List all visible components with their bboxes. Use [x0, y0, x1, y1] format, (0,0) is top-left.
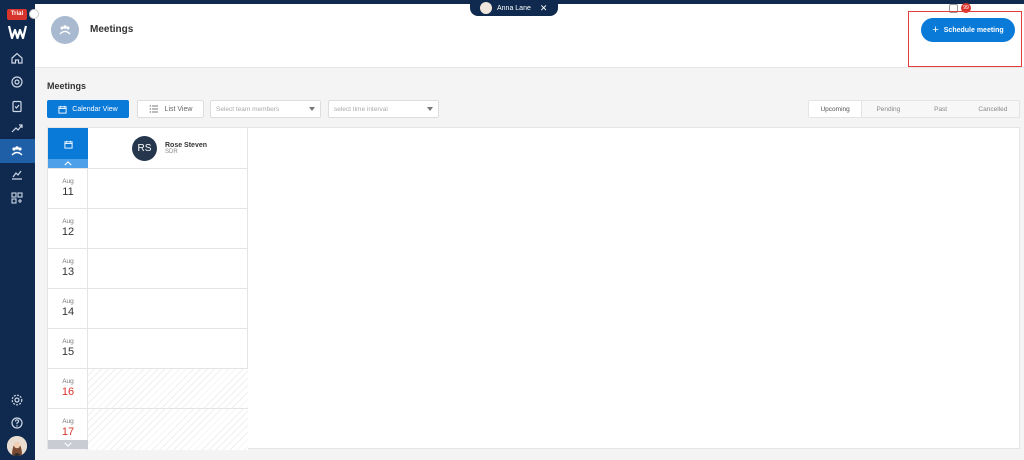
list-view-button[interactable]: List View [137, 100, 204, 118]
app-logo-icon[interactable] [8, 24, 27, 40]
day-cell[interactable]: Aug 16 [48, 368, 88, 408]
chevron-down-icon [309, 107, 315, 111]
day-cell[interactable]: Aug 11 [48, 168, 88, 208]
meetings-icon[interactable] [7, 141, 27, 161]
active-user-tab[interactable]: Anna Lane ✕ [470, 0, 558, 16]
user-role: SDR [165, 148, 178, 155]
day-month: Aug [62, 178, 74, 185]
calendar-slot[interactable] [88, 408, 248, 450]
chevron-down-icon [64, 442, 72, 447]
scroll-up-button[interactable] [48, 159, 88, 168]
day-number: 15 [61, 346, 75, 358]
list-icon [149, 105, 158, 113]
time-interval-select[interactable]: select time interval [328, 100, 439, 118]
day-number: 13 [61, 266, 75, 278]
calendar-slot[interactable] [88, 328, 248, 368]
day-number: 16 [61, 386, 75, 398]
status-tabs: Upcoming Pending Past Cancelled [808, 100, 1020, 118]
user-column: RS Rose Steven SDR [88, 128, 248, 450]
user-tab-name: Anna Lane [497, 4, 531, 12]
day-cell[interactable]: Aug 15 [48, 328, 88, 368]
day-number: 11 [62, 186, 74, 198]
calendar-icon [58, 105, 67, 114]
calendar-icon [63, 140, 73, 149]
date-column-header [48, 128, 88, 168]
target-icon[interactable] [7, 72, 27, 92]
time-interval-placeholder: select time interval [334, 105, 388, 113]
trial-badge: Trial [7, 9, 27, 20]
section-title: Meetings [47, 81, 87, 91]
avatar: RS [132, 135, 157, 161]
calendar-slot[interactable] [88, 168, 248, 208]
chevron-up-icon [64, 161, 72, 166]
tab-pending[interactable]: Pending [862, 101, 914, 117]
team-members-placeholder: Select team members [216, 105, 280, 113]
home-icon[interactable] [7, 48, 27, 68]
highlight-box [908, 11, 1022, 67]
day-month: Aug [62, 378, 74, 385]
calendar-view-button[interactable]: Calendar View [47, 100, 129, 118]
user-tab-avatar [480, 2, 492, 14]
calendar-slot[interactable] [88, 208, 248, 248]
calendar-panel: Aug 11 Aug 12 Aug 13 Aug 14 Aug 15 Aug 1… [47, 127, 1020, 450]
chevron-down-icon [427, 107, 433, 111]
settings-icon[interactable] [7, 390, 27, 410]
day-number: 14 [61, 306, 75, 318]
day-cell[interactable]: Aug 12 [48, 208, 88, 248]
clipboard-icon[interactable] [7, 96, 27, 116]
calendar-slot[interactable] [88, 368, 248, 408]
sidebar-collapse-toggle[interactable] [29, 9, 39, 19]
day-number: 17 [61, 426, 75, 438]
calendar-slot[interactable] [88, 248, 248, 288]
apps-icon[interactable] [7, 188, 27, 208]
calendar-slot[interactable] [88, 288, 248, 328]
help-icon[interactable] [7, 413, 27, 433]
list-view-label: List View [164, 105, 193, 113]
scroll-down-button[interactable] [48, 440, 88, 449]
date-column: Aug 11 Aug 12 Aug 13 Aug 14 Aug 15 Aug 1… [48, 128, 88, 450]
page-title: Meetings [90, 24, 134, 35]
user-column-header: RS Rose Steven SDR [88, 128, 248, 168]
meetings-page-icon [51, 16, 79, 44]
day-cell[interactable]: Aug 13 [48, 248, 88, 288]
handshake-icon[interactable] [7, 118, 27, 138]
team-members-select[interactable]: Select team members [210, 100, 321, 118]
tab-past[interactable]: Past [915, 101, 967, 117]
day-cell[interactable]: Aug 14 [48, 288, 88, 328]
tab-upcoming[interactable]: Upcoming [809, 101, 863, 117]
close-icon[interactable]: ✕ [540, 3, 548, 14]
chart-icon[interactable] [7, 164, 27, 184]
sidebar: Trial [0, 0, 35, 460]
calendar-view-label: Calendar View [72, 105, 118, 113]
day-month: Aug [62, 258, 74, 265]
profile-avatar[interactable] [7, 436, 27, 456]
day-number: 12 [61, 226, 75, 238]
user-name: Rose Steven [165, 141, 208, 149]
day-month: Aug [62, 418, 74, 425]
day-month: Aug [62, 338, 74, 345]
day-month: Aug [62, 218, 74, 225]
day-month: Aug [62, 298, 74, 305]
tab-cancelled[interactable]: Cancelled [967, 101, 1019, 117]
